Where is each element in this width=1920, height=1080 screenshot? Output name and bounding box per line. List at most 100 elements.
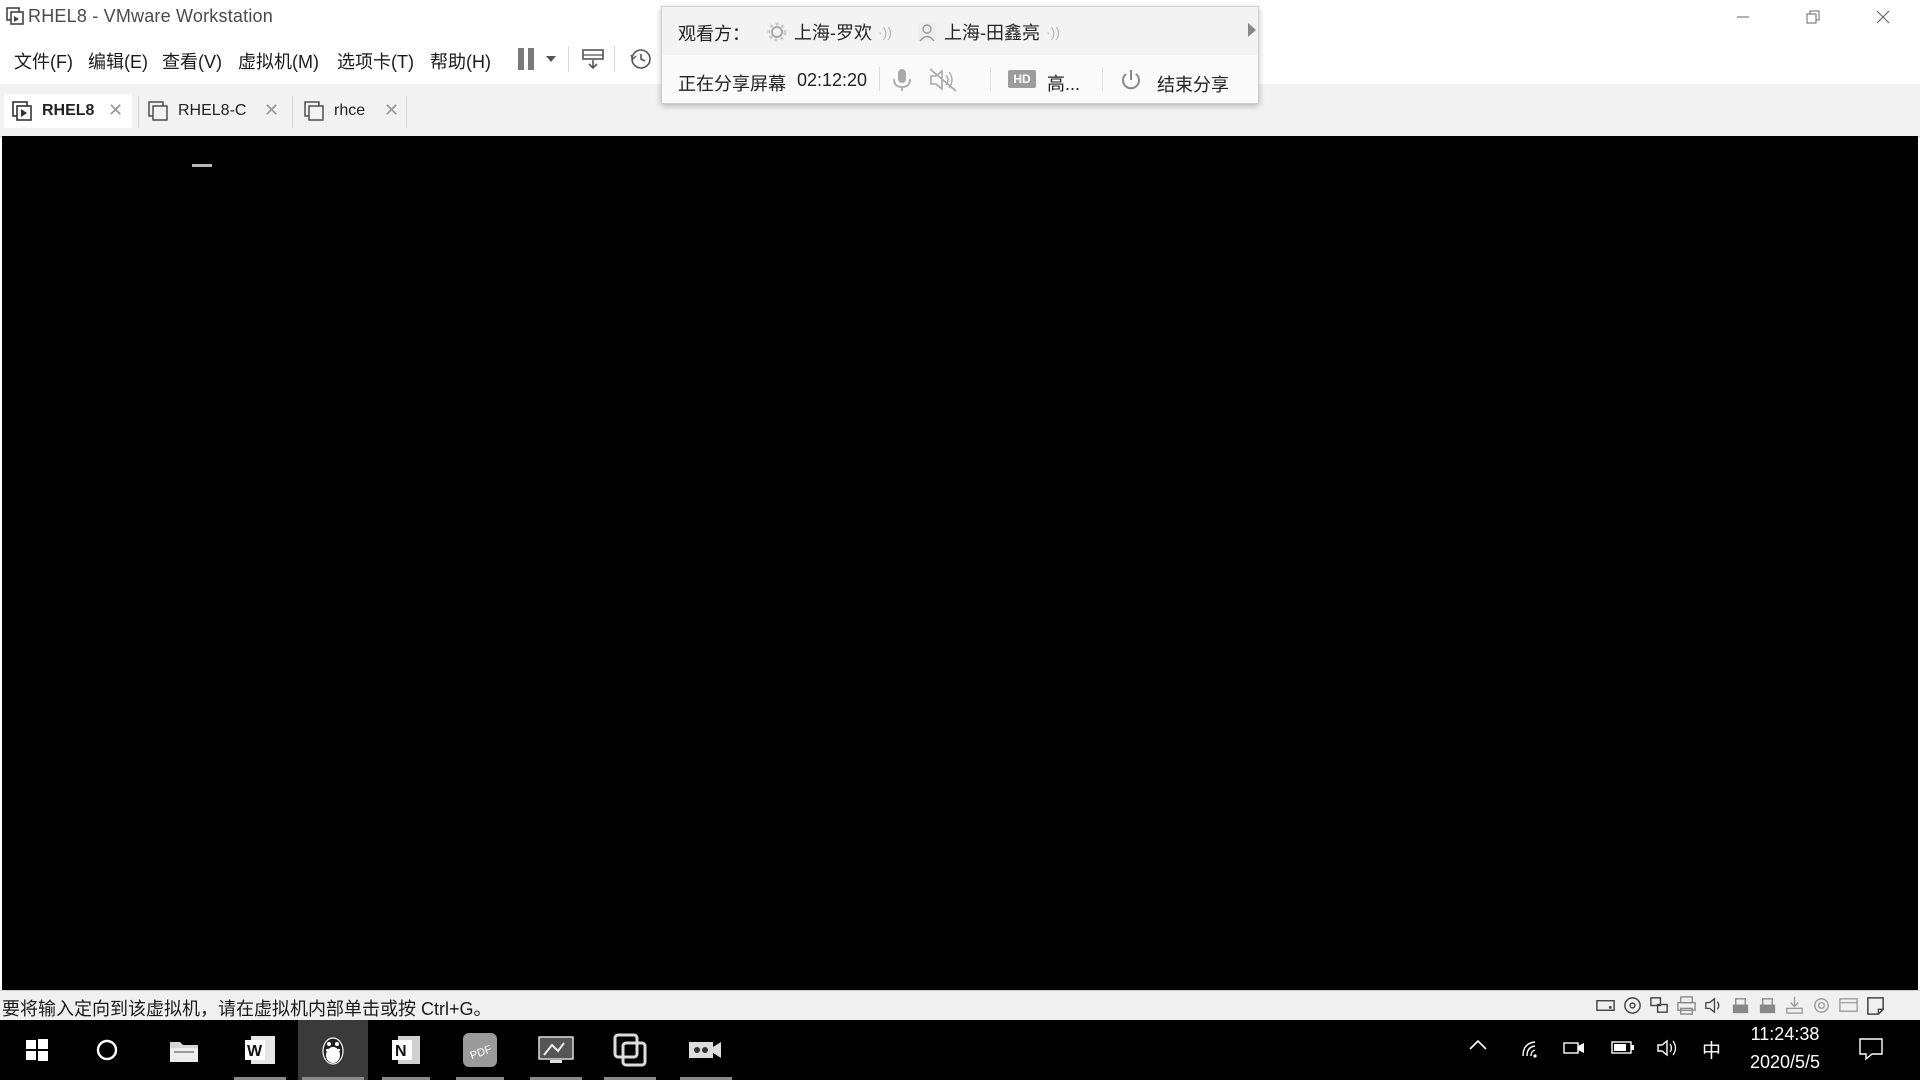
cortana-search-button[interactable] <box>80 1020 134 1080</box>
viewers-label: 观看方： <box>678 24 750 44</box>
gear-avatar-icon <box>767 22 787 42</box>
taskbar-onenote[interactable]: N <box>378 1020 434 1080</box>
sound-icon[interactable] <box>1703 995 1724 1016</box>
tab-rhel8[interactable]: RHEL8 ✕ <box>4 94 132 128</box>
snapshot-button[interactable] <box>628 45 654 73</box>
tab-rhce[interactable]: rhce ✕ <box>302 94 410 128</box>
wifi-icon[interactable] <box>1516 1038 1540 1060</box>
tab-divider <box>292 96 293 128</box>
tab-close-icon[interactable]: ✕ <box>264 100 279 121</box>
pause-button[interactable] <box>516 45 538 73</box>
end-share-button[interactable]: 结束分享 <box>1157 71 1229 97</box>
tab-rhel8-c[interactable]: RHEL8-C ✕ <box>146 94 286 128</box>
svg-text:W: W <box>247 1043 263 1060</box>
minimize-button[interactable] <box>1720 0 1766 34</box>
viewer-1[interactable]: 上海-罗欢 ·)) <box>766 19 892 45</box>
sharing-status-label: 正在分享屏幕 <box>678 74 786 94</box>
network-adapter-icon[interactable] <box>1649 995 1670 1016</box>
file-explorer-icon <box>170 1042 198 1062</box>
microphone-icon <box>893 69 911 91</box>
word-icon: W <box>245 1036 275 1064</box>
close-icon <box>1876 10 1890 24</box>
menu-file[interactable]: 文件(F) <box>14 48 73 74</box>
tab-close-icon[interactable]: ✕ <box>384 100 399 121</box>
menu-view[interactable]: 查看(V) <box>162 48 222 74</box>
onenote-icon: N <box>392 1036 420 1064</box>
menu-edit[interactable]: 编辑(E) <box>88 48 148 74</box>
vm-console-screen[interactable] <box>2 136 1918 990</box>
clock-date[interactable]: 2020/5/5 <box>1730 1052 1840 1073</box>
viewers-row: 观看方： 上海-罗欢 ·)) 上海-田鑫亮 ·)) <box>662 7 1258 55</box>
qq-penguin-icon <box>322 1037 344 1065</box>
tab-divider <box>138 96 139 128</box>
restore-button[interactable] <box>1790 0 1836 34</box>
restore-icon <box>1806 10 1820 24</box>
power-dropdown-button[interactable] <box>544 45 558 73</box>
taskbar-screen-tool[interactable] <box>526 1020 586 1080</box>
windows-taskbar: W N PDF 中 11:24:38 2020/5/5 <box>0 1020 1920 1080</box>
separator <box>1102 67 1103 91</box>
speaker-muted-button[interactable] <box>928 67 958 93</box>
ime-indicator[interactable]: 中 <box>1702 1036 1721 1063</box>
hard-disk-icon[interactable] <box>1595 995 1616 1016</box>
microphone-button[interactable] <box>891 67 913 93</box>
menu-vm[interactable]: 虚拟机(M) <box>238 48 319 74</box>
tab-divider <box>406 96 407 128</box>
menu-help[interactable]: 帮助(H) <box>430 48 491 74</box>
display-icon[interactable] <box>1838 995 1859 1016</box>
viewer-2[interactable]: 上海-田鑫亮 ·)) <box>916 19 1060 45</box>
speaker-wave-icon: ·)) <box>878 24 892 40</box>
snapshot-icon <box>630 49 651 69</box>
taskbar-qq[interactable] <box>298 1020 368 1080</box>
menu-tabs[interactable]: 选项卡(T) <box>337 48 414 74</box>
taskbar-vmware[interactable] <box>600 1020 660 1080</box>
viewer-name: 上海-田鑫亮 <box>944 23 1040 43</box>
screen-tool-icon <box>538 1036 574 1063</box>
quality-label[interactable]: 高... <box>1047 70 1080 96</box>
toolbar-separator <box>568 46 569 72</box>
pdf-reader-icon: PDF <box>463 1033 497 1067</box>
text-cursor <box>192 164 212 167</box>
tab-close-icon[interactable]: ✕ <box>108 100 123 121</box>
share-timer: 02:12:20 <box>797 70 868 90</box>
pause-icon <box>518 48 534 70</box>
taskbar-file-explorer[interactable] <box>156 1020 212 1080</box>
viewer-name: 上海-罗欢 <box>794 23 872 43</box>
camera-icon[interactable] <box>1811 995 1832 1016</box>
battery-icon[interactable] <box>1610 1038 1636 1056</box>
send-ctrl-alt-del-icon <box>582 49 604 70</box>
usb-icon[interactable] <box>1730 995 1751 1016</box>
separator <box>879 67 880 91</box>
person-avatar-icon <box>918 23 936 42</box>
end-share-power-button[interactable] <box>1119 68 1143 92</box>
taskbar-video-recorder[interactable] <box>676 1020 736 1080</box>
vmware-window-icon[interactable] <box>6 7 24 25</box>
network-camera-tray-icon[interactable] <box>1562 1038 1586 1058</box>
tab-label: rhce <box>334 102 366 119</box>
show-hidden-icons-chevron-icon[interactable] <box>1468 1038 1488 1052</box>
volume-icon[interactable] <box>1656 1038 1680 1058</box>
windows-logo-icon <box>26 1039 48 1061</box>
status-message: 要将输入定向到该虚拟机，请在虚拟机内部单击或按 Ctrl+G。 <box>2 999 492 1019</box>
cd-dvd-icon[interactable] <box>1622 995 1643 1016</box>
action-center-icon[interactable] <box>1858 1036 1884 1062</box>
printer-icon[interactable] <box>1676 995 1697 1016</box>
share-controls-row: 正在分享屏幕 02:12:20 HD 高... 结束分享 <box>662 55 1258 103</box>
close-button[interactable] <box>1860 0 1906 34</box>
vmware-icon <box>613 1033 647 1067</box>
taskbar-word[interactable]: W <box>230 1020 290 1080</box>
speaker-wave-icon: ·)) <box>1046 24 1060 40</box>
vm-icon <box>148 101 170 121</box>
usb-download-icon[interactable] <box>1784 995 1805 1016</box>
message-icon[interactable] <box>1865 995 1886 1016</box>
hd-quality-badge[interactable]: HD <box>1008 70 1036 88</box>
clock-time[interactable]: 11:24:38 <box>1730 1024 1840 1045</box>
start-button[interactable] <box>10 1020 64 1080</box>
cortana-circle-icon <box>96 1039 118 1061</box>
taskbar-pdf-reader[interactable]: PDF <box>452 1020 508 1080</box>
expand-arrow-icon[interactable] <box>1248 23 1256 37</box>
minimize-icon <box>1737 16 1749 18</box>
usb-icon-2[interactable] <box>1757 995 1778 1016</box>
send-ctrl-alt-del-button[interactable] <box>580 45 606 73</box>
status-bar: 要将输入定向到该虚拟机，请在虚拟机内部单击或按 Ctrl+G。 <box>0 990 1920 1021</box>
